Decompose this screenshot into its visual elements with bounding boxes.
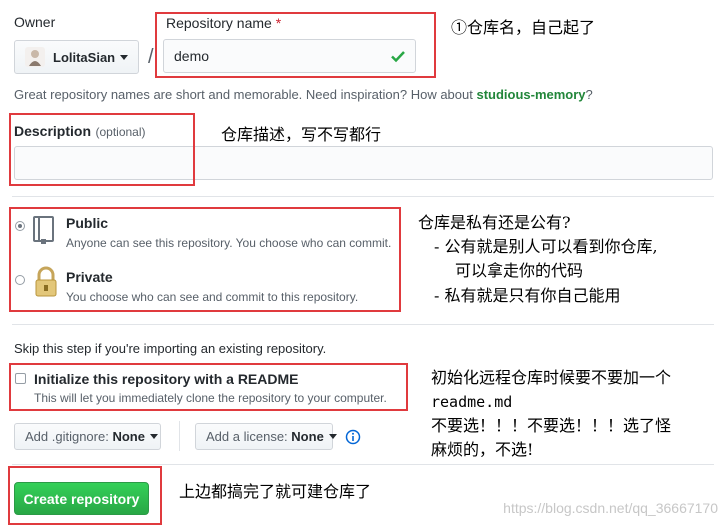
note-visibility-1: 仓库是私有还是公有? <box>418 213 571 232</box>
note-description: 仓库描述，写不写都行 <box>221 125 382 144</box>
annotation-box-description <box>9 113 195 186</box>
note-visibility-4: - 私有就是只有你自己能用 <box>434 286 621 305</box>
annotation-box-visibility <box>9 207 401 312</box>
owner-value: LolitaSian <box>53 49 116 65</box>
note-create: 上边都搞完了就可建仓库了 <box>179 482 372 501</box>
vertical-divider <box>179 421 180 451</box>
note-visibility-3: 可以拿走你的代码 <box>455 261 584 280</box>
divider <box>12 196 714 197</box>
annotation-box-repo-name <box>155 12 436 78</box>
chevron-down-icon <box>120 54 129 60</box>
note-readme-1: 初始化远程仓库时候要不要加一个 <box>431 368 672 387</box>
info-icon[interactable] <box>345 429 361 450</box>
annotation-box-readme <box>9 363 408 411</box>
note-readme-4: 麻烦的，不选! <box>431 440 534 459</box>
repo-name-hint: Great repository names are short and mem… <box>14 87 593 102</box>
skip-text: Skip this step if you're importing an ex… <box>14 341 327 356</box>
divider <box>12 464 714 465</box>
license-select[interactable]: Add a license: None <box>195 423 337 450</box>
divider <box>12 324 714 325</box>
gitignore-select[interactable]: Add .gitignore: None <box>14 423 161 450</box>
note-readme-3: 不要选！！！不要选！！！选了怪 <box>431 416 672 435</box>
owner-select[interactable]: LolitaSian <box>14 40 139 74</box>
avatar <box>25 47 45 67</box>
chevron-down-icon <box>328 434 337 439</box>
owner-label: Owner <box>14 14 56 30</box>
annotation-box-create <box>8 466 162 525</box>
note-repo-name: ①仓库名，自己起了 <box>451 18 596 37</box>
repo-name-suggestion[interactable]: studious-memory <box>476 87 585 102</box>
note-readme-2: readme.md <box>431 393 513 411</box>
note-visibility-2: - 公有就是别人可以看到你仓库, <box>434 237 658 256</box>
chevron-down-icon <box>149 434 158 439</box>
watermark: https://blog.csdn.net/qq_36667170 <box>503 500 718 516</box>
owner-repo-separator: / <box>148 46 154 68</box>
